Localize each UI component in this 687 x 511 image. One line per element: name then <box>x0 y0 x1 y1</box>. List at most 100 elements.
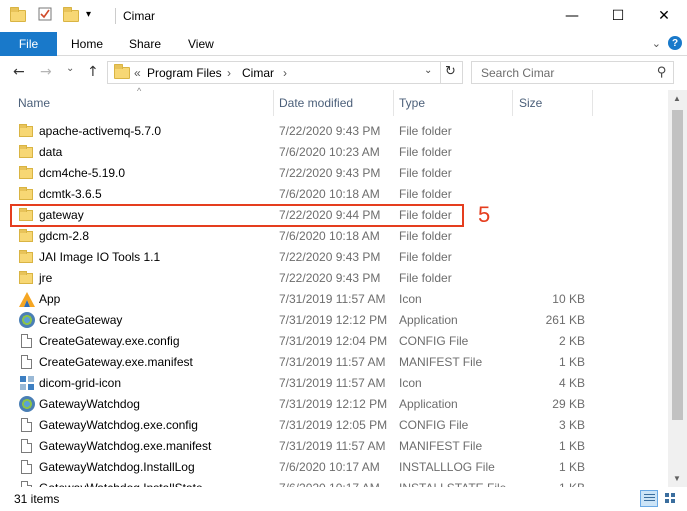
file-row[interactable]: CreateGateway.exe.manifest 7/31/2019 11:5… <box>0 351 668 372</box>
navigation-bar: ← → ⌄ ↑ « Program Files › Cimar › ⌄ ↻ ⚲ <box>0 56 687 90</box>
title-separator <box>115 8 116 24</box>
file-row[interactable]: App 7/31/2019 11:57 AM Icon 10 KB <box>0 288 668 309</box>
file-type: INSTALLLOG File <box>399 460 495 474</box>
file-row[interactable]: GatewayWatchdog.exe.manifest 7/31/2019 11… <box>0 435 668 456</box>
file-date-modified: 7/31/2019 11:57 AM <box>279 355 386 369</box>
properties-icon[interactable] <box>37 6 53 21</box>
sort-ascending-icon: ^ <box>137 86 142 96</box>
new-folder-icon[interactable] <box>63 7 79 22</box>
file-name: CreateGateway <box>39 313 123 327</box>
file-row[interactable]: GatewayWatchdog 7/31/2019 12:12 PM Applica… <box>0 393 668 414</box>
file-row[interactable]: GatewayWatchdog.InstallState7/6/2020 10:… <box>0 477 668 487</box>
close-button[interactable]: ✕ <box>641 0 687 32</box>
tab-file[interactable]: File <box>0 32 57 56</box>
breadcrumb-chevron[interactable]: › <box>283 66 287 80</box>
application-icon <box>19 396 35 412</box>
file-row[interactable]: apache-activemq-5.7.0 7/22/2020 9:43 PM Fi… <box>0 120 668 141</box>
file-date-modified: 7/22/2020 9:43 PM <box>279 250 381 264</box>
breadcrumb-program-files[interactable]: Program Files <box>147 66 222 80</box>
app-logo-icon <box>19 292 35 307</box>
scrollbar-thumb[interactable] <box>672 110 683 420</box>
file-name: gdcm-2.8 <box>39 229 90 243</box>
tab-share[interactable]: Share <box>129 37 161 51</box>
customize-quick-access-dropdown[interactable]: ▾ <box>86 9 102 23</box>
file-row[interactable]: dcmtk-3.6.5 7/6/2020 10:18 AM File folder <box>0 183 668 204</box>
file-date-modified: 7/31/2019 12:05 PM <box>279 418 388 432</box>
scroll-down-icon[interactable]: ▼ <box>673 474 681 483</box>
column-header-type[interactable]: Type <box>399 96 425 110</box>
minimize-button[interactable]: — <box>549 0 595 32</box>
file-type: File folder <box>399 124 452 138</box>
column-header-name[interactable]: Name <box>18 96 50 110</box>
file-row[interactable]: JAI Image IO Tools 1.1 7/22/2020 9:43 PM F… <box>0 246 668 267</box>
folder-icon <box>19 250 33 263</box>
details-view-icon <box>644 494 655 503</box>
address-dropdown-icon[interactable]: ⌄ <box>424 65 432 76</box>
details-view-button[interactable] <box>640 490 658 507</box>
file-name: GatewayWatchdog.exe.config <box>39 418 198 432</box>
file-name: dicom-grid-icon <box>39 376 122 390</box>
file-date-modified: 7/31/2019 12:12 PM <box>279 397 388 411</box>
address-bar[interactable]: « Program Files › Cimar › ⌄ ↻ <box>107 61 463 84</box>
application-icon <box>19 312 35 328</box>
tab-home[interactable]: Home <box>71 37 103 51</box>
column-header-date[interactable]: Date modified <box>279 96 353 110</box>
file-type: File folder <box>399 187 452 201</box>
file-row[interactable]: jre 7/22/2020 9:43 PM File folder <box>0 267 668 288</box>
file-row[interactable]: GatewayWatchdog.exe.config 7/31/2019 12:0… <box>0 414 668 435</box>
file-row[interactable]: dicom-grid-icon 7/31/2019 11:57 AM Icon 4 K… <box>0 372 668 393</box>
search-icon[interactable]: ⚲ <box>657 65 667 80</box>
column-divider[interactable] <box>393 90 394 116</box>
file-size: 3 KB <box>558 418 585 432</box>
breadcrumb-cimar[interactable]: Cimar <box>242 66 274 80</box>
folder-icon <box>19 145 33 158</box>
file-type: Icon <box>399 376 422 390</box>
expand-ribbon-icon[interactable]: ⌄ <box>652 37 661 50</box>
up-button[interactable]: ↑ <box>87 64 99 80</box>
refresh-icon[interactable]: ↻ <box>445 64 456 79</box>
file-name: jre <box>39 271 53 285</box>
file-row[interactable]: gdcm-2.8 7/6/2020 10:18 AM File folder <box>0 225 668 246</box>
breadcrumb-chevron[interactable]: › <box>227 66 231 80</box>
document-icon <box>21 439 32 453</box>
folder-icon <box>114 64 130 79</box>
status-bar: 31 items <box>0 487 687 511</box>
file-row[interactable]: GatewayWatchdog.InstallLog 7/6/2020 10:17… <box>0 456 668 477</box>
column-divider[interactable] <box>273 90 274 116</box>
file-date-modified: 7/22/2020 9:43 PM <box>279 124 381 138</box>
back-button[interactable]: ← <box>13 64 25 80</box>
file-date-modified: 7/6/2020 10:18 AM <box>279 229 380 243</box>
tab-view[interactable]: View <box>188 37 214 51</box>
column-header-size[interactable]: Size <box>519 96 542 110</box>
forward-button[interactable]: → <box>40 64 52 80</box>
file-name: dcm4che-5.19.0 <box>39 166 126 180</box>
item-count: 31 items <box>14 492 60 506</box>
file-row[interactable]: dcm4che-5.19.0 7/22/2020 9:43 PM File fold… <box>0 162 668 183</box>
folder-icon <box>19 166 33 179</box>
column-divider[interactable] <box>592 90 593 116</box>
file-size: 1 KB <box>558 460 585 474</box>
file-row[interactable]: CreateGateway.exe.config 7/31/2019 12:04 … <box>0 330 668 351</box>
file-size: 2 KB <box>558 334 585 348</box>
file-type: CONFIG File <box>399 334 469 348</box>
search-box[interactable]: ⚲ <box>471 61 674 84</box>
file-date-modified: 7/6/2020 10:18 AM <box>279 187 380 201</box>
file-date-modified: 7/6/2020 10:23 AM <box>279 145 380 159</box>
search-input[interactable] <box>473 63 645 82</box>
file-name: dcmtk-3.6.5 <box>39 187 102 201</box>
help-icon[interactable]: ? <box>668 36 682 50</box>
file-size: 10 KB <box>552 292 585 306</box>
maximize-button[interactable]: ☐ <box>595 0 641 32</box>
file-row[interactable]: data 7/6/2020 10:23 AM File folder <box>0 141 668 162</box>
breadcrumb-overflow[interactable]: « <box>134 66 141 80</box>
scroll-up-icon[interactable]: ▲ <box>673 94 681 103</box>
vertical-scrollbar[interactable]: ▲ ▼ <box>668 90 687 487</box>
address-separator <box>440 62 441 83</box>
recent-locations-dropdown[interactable]: ⌄ <box>66 63 74 74</box>
column-divider[interactable] <box>512 90 513 116</box>
large-icons-view-icon <box>665 493 676 503</box>
folder-icon <box>19 124 33 137</box>
large-icons-view-button[interactable] <box>662 490 680 507</box>
folder-icon <box>10 7 26 22</box>
file-row[interactable]: CreateGateway 7/31/2019 12:12 PM Applicati… <box>0 309 668 330</box>
